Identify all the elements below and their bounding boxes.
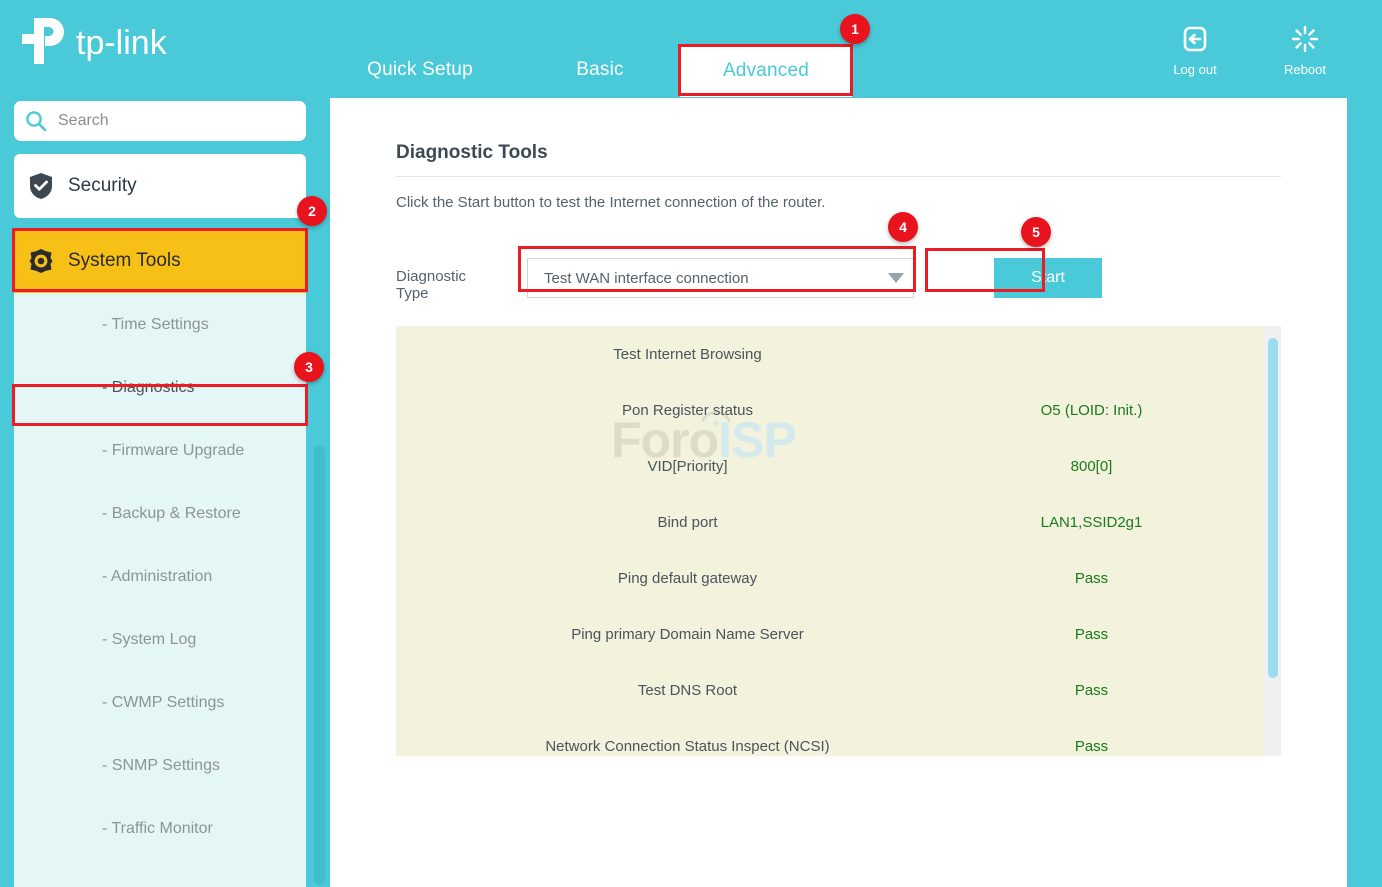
diagnostic-results-panel: ForoISP Test Internet Browsing Pon Regis…: [396, 326, 1281, 756]
sidebar: Search Security System Tools - Time Sett…: [0, 98, 330, 887]
results-scrollbar-thumb[interactable]: [1268, 338, 1278, 678]
sidebar-subitem-label: - SNMP Settings: [102, 756, 220, 774]
annotation-badge-1: 1: [840, 14, 870, 44]
search-input[interactable]: Search: [14, 101, 306, 141]
sidebar-scrollbar[interactable]: [314, 445, 325, 885]
logout-button[interactable]: Log out: [1150, 24, 1240, 77]
diagnostic-type-value: Test WAN interface connection: [544, 269, 749, 287]
result-row: Test Internet Browsing: [396, 326, 1281, 382]
sidebar-subitem-system-log[interactable]: - System Log: [14, 608, 306, 671]
gear-icon: [14, 247, 68, 275]
sidebar-subitem-label: - Traffic Monitor: [102, 819, 213, 837]
annotation-badge-5: 5: [1021, 217, 1051, 247]
sidebar-subitem-label: - Time Settings: [102, 315, 209, 333]
start-button-label: Start: [1031, 269, 1065, 286]
router-admin-page: tp-link Quick Setup Basic Advanced Log o…: [0, 0, 1382, 887]
tp-link-logo: tp-link: [14, 12, 194, 70]
result-name: VID[Priority]: [647, 457, 728, 475]
sidebar-item-security[interactable]: Security: [14, 154, 306, 218]
sidebar-subitem-cwmp-settings[interactable]: - CWMP Settings: [14, 671, 306, 734]
logout-label: Log out: [1173, 62, 1217, 77]
result-row: VID[Priority] 800[0]: [396, 438, 1281, 494]
sidebar-subitem-label: - Administration: [102, 567, 213, 585]
sidebar-item-security-label: Security: [68, 175, 137, 196]
page-description: Click the Start button to test the Inter…: [396, 194, 826, 211]
top-navigation: Quick Setup Basic Advanced: [330, 44, 890, 98]
result-name: Bind port: [657, 513, 718, 531]
result-row: Network Connection Status Inspect (NCSI)…: [396, 718, 1281, 756]
sidebar-subitem-time-settings[interactable]: - Time Settings: [14, 293, 306, 356]
header-actions: Log out Reboot: [1132, 24, 1382, 88]
result-name: Test Internet Browsing: [613, 345, 762, 363]
results-scrollbar-track[interactable]: [1264, 326, 1281, 756]
result-row: Pon Register status O5 (LOID: Init.): [396, 382, 1281, 438]
sidebar-subitem-backup-restore[interactable]: - Backup & Restore: [14, 482, 306, 545]
search-icon: [14, 109, 58, 133]
result-value: LAN1,SSID2g1: [1040, 513, 1143, 531]
result-value: Pass: [1074, 569, 1109, 587]
sidebar-subitem-label: - Backup & Restore: [102, 504, 241, 522]
sidebar-subitem-label: - Firmware Upgrade: [102, 441, 245, 459]
annotation-badge-3: 3: [294, 352, 324, 382]
result-row: Test DNS Root Pass: [396, 662, 1281, 718]
reboot-button[interactable]: Reboot: [1260, 24, 1350, 77]
tab-advanced[interactable]: Advanced: [680, 44, 852, 97]
result-name: Test DNS Root: [637, 681, 738, 699]
chevron-down-icon: [888, 273, 904, 283]
sidebar-item-system-tools[interactable]: System Tools: [14, 229, 306, 293]
tab-basic-label: Basic: [576, 59, 624, 80]
result-row: Bind port LAN1,SSID2g1: [396, 494, 1281, 550]
annotation-badge-2: 2: [297, 196, 327, 226]
result-name: Ping default gateway: [617, 569, 758, 587]
result-name: Network Connection Status Inspect (NCSI): [545, 737, 830, 755]
result-row: Ping primary Domain Name Server Pass: [396, 606, 1281, 662]
sidebar-subitem-firmware-upgrade[interactable]: - Firmware Upgrade: [14, 419, 306, 482]
sidebar-subitem-label: - CWMP Settings: [102, 693, 225, 711]
sidebar-subitem-snmp-settings[interactable]: - SNMP Settings: [14, 734, 306, 797]
result-name: Pon Register status: [622, 401, 753, 419]
reboot-icon: [1260, 24, 1350, 56]
tab-basic[interactable]: Basic: [535, 44, 665, 96]
sidebar-subitem-traffic-monitor[interactable]: - Traffic Monitor: [14, 797, 306, 860]
sidebar-subitem-label: - Diagnostics: [102, 378, 195, 396]
page-title: Diagnostic Tools: [396, 142, 548, 163]
result-value: O5 (LOID: Init.): [1040, 401, 1143, 419]
result-value: Pass: [1074, 625, 1109, 643]
main-content: Diagnostic Tools Click the Start button …: [330, 98, 1347, 887]
sidebar-subitem-label: - System Log: [102, 630, 197, 648]
tab-quick-setup-label: Quick Setup: [367, 59, 473, 80]
search-placeholder: Search: [58, 112, 109, 129]
logout-icon: [1150, 24, 1240, 56]
result-value: Pass: [1074, 737, 1109, 755]
result-row: Ping default gateway Pass: [396, 550, 1281, 606]
header-bar: tp-link Quick Setup Basic Advanced Log o…: [0, 0, 1382, 98]
sidebar-item-system-tools-label: System Tools: [68, 250, 181, 271]
tab-quick-setup[interactable]: Quick Setup: [340, 44, 500, 96]
annotation-badge-4: 4: [888, 212, 918, 242]
result-name: Ping primary Domain Name Server: [571, 625, 804, 643]
sidebar-subitem-diagnostics[interactable]: - Diagnostics: [14, 356, 306, 419]
sidebar-submenu: - Time Settings - Diagnostics - Firmware…: [14, 293, 306, 887]
sidebar-subitem-administration[interactable]: - Administration: [14, 545, 306, 608]
tab-advanced-label: Advanced: [722, 59, 810, 81]
diagnostic-type-select[interactable]: Test WAN interface connection: [527, 258, 914, 298]
diagnostic-type-label: Diagnostic Type: [396, 268, 467, 302]
start-button[interactable]: Start: [994, 258, 1102, 298]
svg-text:tp-link: tp-link: [76, 24, 168, 62]
result-value: 800[0]: [1070, 457, 1113, 475]
reboot-label: Reboot: [1284, 62, 1326, 77]
title-divider: [396, 176, 1281, 177]
result-value: Pass: [1074, 681, 1109, 699]
shield-check-icon: [14, 172, 68, 200]
